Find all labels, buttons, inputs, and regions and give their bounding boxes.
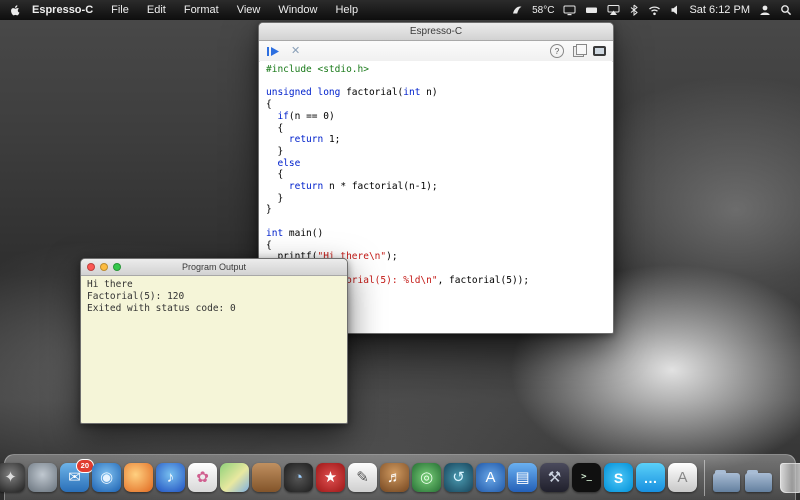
- menu-format[interactable]: Format: [175, 0, 228, 20]
- dock-icon-trash[interactable]: [780, 463, 800, 493]
- code-line: }: [266, 146, 612, 158]
- dock-icon-terminal[interactable]: >_: [572, 463, 601, 492]
- dock-icon-mail[interactable]: ✉20: [60, 463, 89, 492]
- code-line: return 1;: [266, 134, 612, 146]
- display-toggle-icon[interactable]: [593, 46, 606, 56]
- close-traffic-light[interactable]: [87, 263, 95, 271]
- code-line: else: [266, 158, 612, 170]
- dock-icon-ibooks[interactable]: ▤: [508, 463, 537, 492]
- wifi-icon[interactable]: [648, 4, 661, 16]
- keyboard-icon[interactable]: [585, 4, 598, 16]
- menu-items: Espresso-CFileEditFormatViewWindowHelp: [23, 0, 367, 20]
- code-line: #include <stdio.h>: [266, 64, 612, 76]
- menu-window[interactable]: Window: [269, 0, 326, 20]
- menu-espresso-c[interactable]: Espresso-C: [23, 0, 102, 20]
- code-line: unsigned long factorial(int n): [266, 87, 612, 99]
- help-icon[interactable]: ?: [550, 44, 564, 58]
- search-icon[interactable]: [780, 4, 792, 16]
- menu-status: 58°C Sat 6:12 PM: [511, 4, 792, 16]
- menu-edit[interactable]: Edit: [138, 0, 175, 20]
- dock-icon-skype[interactable]: S: [604, 463, 633, 492]
- code-line: {: [266, 123, 612, 135]
- menu-view[interactable]: View: [228, 0, 270, 20]
- code-line: {: [266, 240, 612, 252]
- zoom-traffic-light[interactable]: [113, 263, 121, 271]
- menu-help[interactable]: Help: [326, 0, 367, 20]
- dock-icon-contacts[interactable]: [252, 463, 281, 492]
- output-line: Exited with status code: 0: [87, 303, 341, 315]
- minimize-traffic-light[interactable]: [100, 263, 108, 271]
- dock-icon-mission-control[interactable]: [28, 463, 57, 492]
- editor-toolbar: ✕ ?: [259, 41, 613, 62]
- close-icon[interactable]: ✕: [291, 46, 300, 57]
- menu-clock[interactable]: Sat 6:12 PM: [689, 4, 750, 16]
- dock-icon-firefox[interactable]: [124, 463, 153, 492]
- code-line: {: [266, 169, 612, 181]
- output-line: Factorial(5): 120: [87, 291, 341, 303]
- status-right-icons: [759, 4, 792, 16]
- user-icon[interactable]: [759, 4, 771, 16]
- output-window-title: Program Output: [182, 262, 246, 272]
- program-output-text: Hi thereFactorial(5): 120Exited with sta…: [82, 276, 346, 422]
- dock-icon-maps[interactable]: [220, 463, 249, 492]
- dock-icon-front-row[interactable]: ★: [316, 463, 345, 492]
- code-line: }: [266, 193, 612, 205]
- dock-icon-xcode[interactable]: ⚒: [540, 463, 569, 492]
- code-line: return n * factorial(n-1);: [266, 181, 612, 193]
- code-line: if(n == 0): [266, 111, 612, 123]
- output-window: Program Output Hi thereFactorial(5): 120…: [80, 258, 348, 424]
- run-icon[interactable]: [266, 46, 281, 57]
- dock-icon-downloads-folder[interactable]: [744, 463, 773, 492]
- apple-menu-icon[interactable]: [8, 4, 21, 17]
- dock-icon-time-machine[interactable]: ↺: [444, 463, 473, 492]
- status-icons: [563, 4, 680, 16]
- code-line: int main(): [266, 228, 612, 240]
- menu-file[interactable]: File: [102, 0, 138, 20]
- airplay-icon[interactable]: [607, 4, 620, 16]
- copy-icon[interactable]: [573, 46, 584, 57]
- dock-icon-textedit[interactable]: A: [668, 463, 697, 492]
- output-titlebar[interactable]: Program Output: [81, 259, 347, 276]
- editor-titlebar[interactable]: Espresso-C: [259, 23, 613, 41]
- dock-icon-safari[interactable]: ◉: [92, 463, 121, 492]
- dock-icon-garageband[interactable]: ♬: [380, 463, 409, 492]
- dock-icon-messages[interactable]: …: [636, 463, 665, 492]
- code-line: }: [266, 204, 612, 216]
- status-app-bird-icon[interactable]: [511, 4, 523, 16]
- dock-icon-itunes[interactable]: ♪: [156, 463, 185, 492]
- dock-icon-photo-booth[interactable]: ◎: [412, 463, 441, 492]
- display-icon[interactable]: [563, 4, 576, 16]
- code-line: [266, 76, 612, 88]
- dock: ✦✉20◉♪✿◔★✎♬◎↺A▤⚒>_S…A: [4, 454, 796, 500]
- dock-icon-launchpad[interactable]: ✦: [0, 463, 25, 492]
- temperature-reading[interactable]: 58°C: [532, 5, 554, 16]
- output-line: Hi there: [87, 279, 341, 291]
- bluetooth-icon[interactable]: [629, 4, 639, 16]
- traffic-lights: [87, 263, 121, 271]
- code-line: {: [266, 99, 612, 111]
- dock-icon-photos[interactable]: ✿: [188, 463, 217, 492]
- menu-bar: Espresso-CFileEditFormatViewWindowHelp 5…: [0, 0, 800, 20]
- dock-icon-documents-folder[interactable]: [712, 463, 741, 492]
- volume-icon[interactable]: [670, 4, 680, 16]
- dock-icon-dashboard[interactable]: ◔: [284, 463, 313, 492]
- dock-icon-pages[interactable]: ✎: [348, 463, 377, 492]
- dock-separator: [704, 460, 705, 496]
- dock-icon-app-store[interactable]: A: [476, 463, 505, 492]
- code-line: [266, 216, 612, 228]
- editor-window-title: Espresso-C: [410, 26, 462, 37]
